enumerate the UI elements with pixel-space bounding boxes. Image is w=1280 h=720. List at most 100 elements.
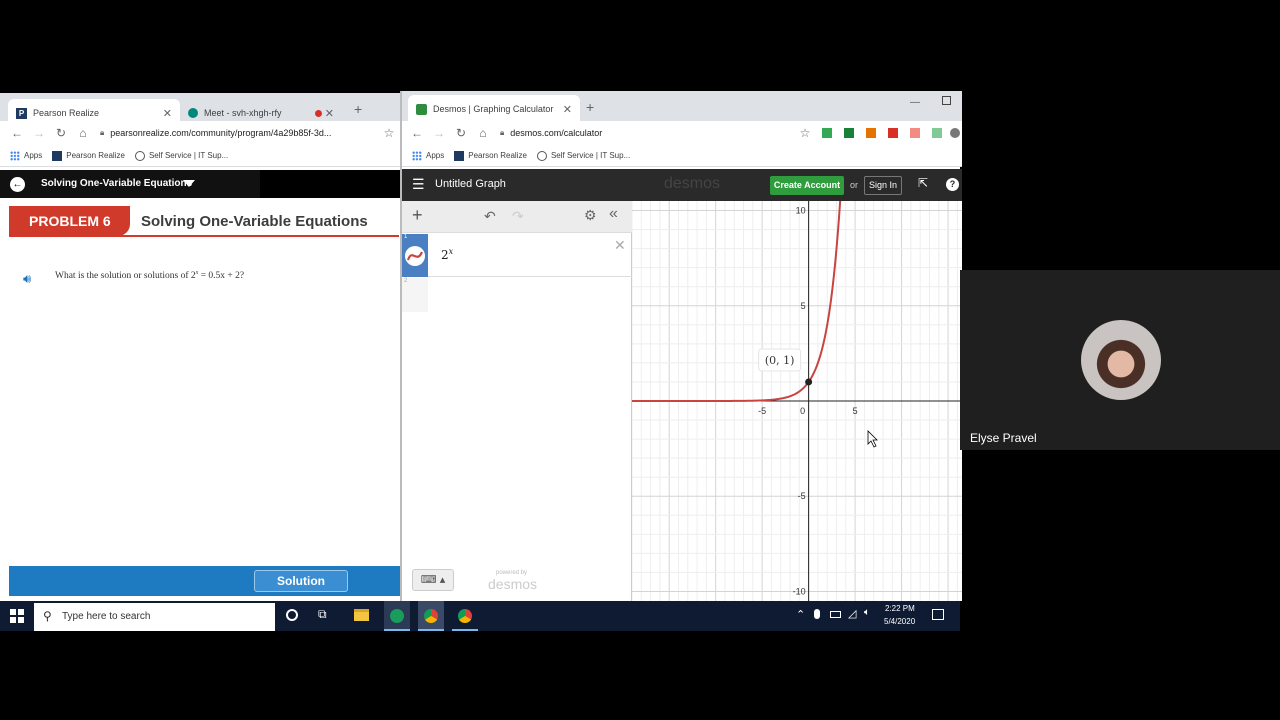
chevron-down-icon[interactable] xyxy=(183,180,195,187)
solution-button[interactable]: Solution xyxy=(254,570,348,592)
x-tick-label: 5 xyxy=(853,406,858,416)
network-icon[interactable]: ◿ xyxy=(848,607,856,620)
taskbar-app-active[interactable] xyxy=(384,601,410,631)
bookmark-label: Apps xyxy=(426,151,445,160)
bookmark-apps[interactable]: Apps xyxy=(10,150,42,161)
clock-date[interactable]: 5/4/2020 xyxy=(884,617,915,626)
extension-icon[interactable] xyxy=(822,128,832,138)
extension-icon[interactable] xyxy=(888,128,898,138)
add-item-icon[interactable]: + xyxy=(412,205,423,226)
back-icon[interactable]: ← xyxy=(406,126,428,140)
right-bookmarks-bar: Apps Pearson Realize Self Service | IT S… xyxy=(402,145,962,167)
expression-panel: + ↶ ↷ ⚙ « 1 2x ✕ 2 ⌨ ▴ powered by desmos xyxy=(402,201,632,601)
left-browser-window: P Pearson Realize ✕ Meet - svh-xhgh-rfy … xyxy=(0,93,400,601)
close-icon[interactable]: ✕ xyxy=(325,107,334,120)
close-icon[interactable]: ✕ xyxy=(163,107,172,120)
tab-label: Pearson Realize xyxy=(33,108,100,118)
profile-avatar[interactable] xyxy=(950,128,960,138)
bookmark-apps[interactable]: Apps xyxy=(412,150,445,161)
x-tick-label: 0 xyxy=(800,406,805,416)
reload-icon[interactable]: ↻ xyxy=(450,126,472,140)
graph-title[interactable]: Untitled Graph xyxy=(435,178,506,190)
chrome-icon xyxy=(458,609,472,623)
microphone-icon[interactable] xyxy=(814,609,820,619)
create-account-button[interactable]: Create Account xyxy=(770,176,844,195)
sign-in-button[interactable]: Sign In xyxy=(864,176,902,195)
search-placeholder: Type here to search xyxy=(62,611,151,622)
tray-chevron-up-icon[interactable]: ⌃ xyxy=(796,608,805,621)
search-box[interactable]: ⚲ Type here to search xyxy=(34,603,275,631)
apps-grid-icon xyxy=(412,150,422,161)
problem-title: Solving One-Variable Equations xyxy=(141,213,368,230)
expression-toolbar: + ↶ ↷ ⚙ « xyxy=(402,201,632,233)
expression-item-empty[interactable]: 2 xyxy=(402,278,632,312)
graph-style-icon[interactable] xyxy=(405,246,425,266)
x-tick-label: -5 xyxy=(758,406,766,416)
expression-index-tab: 2 xyxy=(402,278,428,312)
star-icon[interactable]: ☆ xyxy=(378,126,400,140)
redo-icon[interactable]: ↷ xyxy=(512,208,524,225)
forward-icon[interactable]: → xyxy=(428,126,450,140)
address-bar[interactable]: pearsonrealize.com/community/program/4a2… xyxy=(110,128,378,138)
delete-expression-icon[interactable]: ✕ xyxy=(614,237,626,254)
file-explorer-icon[interactable] xyxy=(354,609,369,621)
tab-desmos[interactable]: Desmos | Graphing Calculator ✕ xyxy=(408,95,580,123)
extension-icon[interactable] xyxy=(844,128,854,138)
address-bar[interactable]: desmos.com/calculator xyxy=(510,128,794,138)
footer-desmos-logo: desmos xyxy=(488,576,538,592)
meet-favicon-icon xyxy=(188,108,198,118)
bookmark-self-service[interactable]: Self Service | IT Sup... xyxy=(134,150,228,161)
extension-icon[interactable] xyxy=(932,128,942,138)
pearson-header: ← Solving One-Variable Equations xyxy=(0,170,400,198)
forward-icon[interactable]: → xyxy=(28,126,50,140)
minimize-button[interactable]: — xyxy=(910,97,920,108)
speaker-icon[interactable]: 🔊︎ xyxy=(23,271,31,287)
star-icon[interactable]: ☆ xyxy=(794,126,816,140)
new-tab-button[interactable]: + xyxy=(354,101,362,117)
close-icon[interactable]: ✕ xyxy=(563,103,572,116)
share-icon[interactable]: ⇱ xyxy=(918,176,928,190)
reload-icon[interactable]: ↻ xyxy=(50,126,72,140)
gear-icon[interactable]: ⚙ xyxy=(584,207,597,224)
bookmark-pearson[interactable]: Pearson Realize xyxy=(52,150,125,161)
windows-taskbar: ⚲ Type here to search ⧉ ⌃ ◿ 🔈︎ 2:22 PM 5… xyxy=(0,601,960,631)
tab-label: Desmos | Graphing Calculator xyxy=(433,104,554,114)
taskbar-chrome-active[interactable] xyxy=(418,601,444,631)
bookmark-self-service[interactable]: Self Service | IT Sup... xyxy=(536,150,630,161)
windows-start-icon[interactable] xyxy=(10,609,24,623)
problem-area xyxy=(0,198,400,568)
maximize-button[interactable] xyxy=(942,96,951,105)
expression-base: 2 xyxy=(441,248,449,262)
new-tab-button[interactable]: + xyxy=(586,99,594,115)
desmos-favicon-icon xyxy=(416,103,427,115)
battery-icon[interactable] xyxy=(830,611,841,618)
undo-icon[interactable]: ↶ xyxy=(484,208,496,225)
expression-item[interactable]: 1 2x ✕ xyxy=(402,234,632,277)
notifications-icon[interactable] xyxy=(932,609,944,620)
back-icon[interactable]: ← xyxy=(6,126,28,140)
desmos-logo: desmos xyxy=(664,175,721,192)
header-title[interactable]: Solving One-Variable Equations xyxy=(41,178,192,189)
help-icon[interactable]: ? xyxy=(946,178,959,191)
home-icon[interactable]: ⌂ xyxy=(72,126,94,140)
collapse-panel-icon[interactable]: « xyxy=(609,205,618,223)
keyboard-toggle[interactable]: ⌨ ▴ xyxy=(412,569,454,591)
home-icon[interactable]: ⌂ xyxy=(472,126,494,140)
hamburger-menu-icon[interactable]: ☰ xyxy=(412,176,425,193)
extension-icon[interactable] xyxy=(866,128,876,138)
expression-math[interactable]: 2x xyxy=(441,247,453,262)
y-tick-label: -10 xyxy=(793,586,806,596)
globe-icon xyxy=(134,150,145,161)
right-address-toolbar: ← → ↻ ⌂ 🔒︎ desmos.com/calculator ☆ xyxy=(402,121,962,145)
volume-icon[interactable]: 🔈︎ xyxy=(864,607,870,618)
clock-time[interactable]: 2:22 PM xyxy=(885,604,915,613)
task-view-icon[interactable]: ⧉ xyxy=(318,607,327,622)
search-icon: ⚲ xyxy=(43,609,52,623)
taskbar-chrome[interactable] xyxy=(452,601,478,631)
graph-paper[interactable]: -5 0 5 10 5 -5 -10 (0, 1) xyxy=(632,201,962,601)
cortana-icon[interactable] xyxy=(286,609,298,621)
bookmark-pearson[interactable]: Pearson Realize xyxy=(454,150,527,161)
extension-icon[interactable] xyxy=(910,128,920,138)
problem-underline xyxy=(9,235,399,237)
back-circle-icon[interactable]: ← xyxy=(10,177,25,192)
